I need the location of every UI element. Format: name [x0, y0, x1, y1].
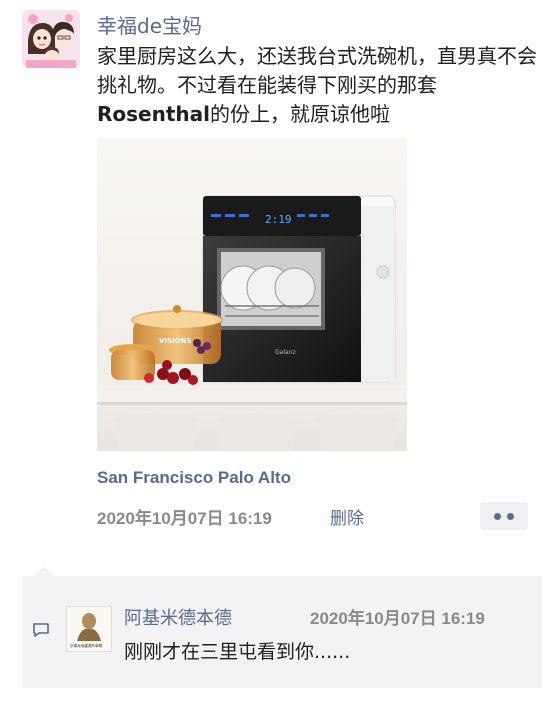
- pot-brand: VISIONS: [159, 337, 192, 345]
- post-location[interactable]: San Francisco Palo Alto: [97, 468, 291, 488]
- couple-avatar-image: [22, 10, 80, 68]
- more-options-button[interactable]: [480, 502, 528, 530]
- post-text-brand: Rosenthal: [97, 102, 210, 126]
- post-text: 家里厨房这么大，还送我台式洗碗机，直男真不会挑礼物。不过看在能装得下刚买的那套 R…: [97, 42, 537, 129]
- post-photo[interactable]: 2:19 Galanz VISIONS: [97, 138, 407, 451]
- more-dot-icon: [494, 512, 501, 520]
- poster-avatar[interactable]: [22, 10, 80, 68]
- archimedes-avatar-image: 华源兵地建源开单联: [67, 607, 111, 651]
- display-time: 2:19: [265, 213, 292, 226]
- poster-name[interactable]: 幸福de宝妈: [97, 10, 202, 39]
- delete-button[interactable]: 删除: [330, 504, 364, 529]
- comment-pointer: [34, 566, 54, 576]
- comment-bubble-icon: [33, 623, 49, 637]
- comment-timestamp: 2020年10月07日 16:19: [310, 609, 485, 628]
- more-dot-icon: [507, 512, 514, 520]
- post-timestamp: 2020年10月07日 16:19: [97, 509, 272, 528]
- avatar-caption: 华源兵地建源开单联: [70, 643, 103, 648]
- commenter-avatar[interactable]: 华源兵地建源开单联: [66, 606, 112, 652]
- comment-text[interactable]: 刚刚才在三里屯看到你......: [124, 637, 350, 664]
- appliance-brand: Galanz: [275, 349, 296, 356]
- dishwasher-photo: 2:19 Galanz VISIONS: [97, 138, 407, 451]
- post-text-suffix: 的份上，就原谅他啦: [210, 102, 390, 126]
- commenter-name[interactable]: 阿基米德本德: [124, 604, 232, 630]
- post-text-prefix: 家里厨房这么大，还送我台式洗碗机，直男真不会挑礼物。不过看在能装得下刚买的那套: [97, 44, 537, 97]
